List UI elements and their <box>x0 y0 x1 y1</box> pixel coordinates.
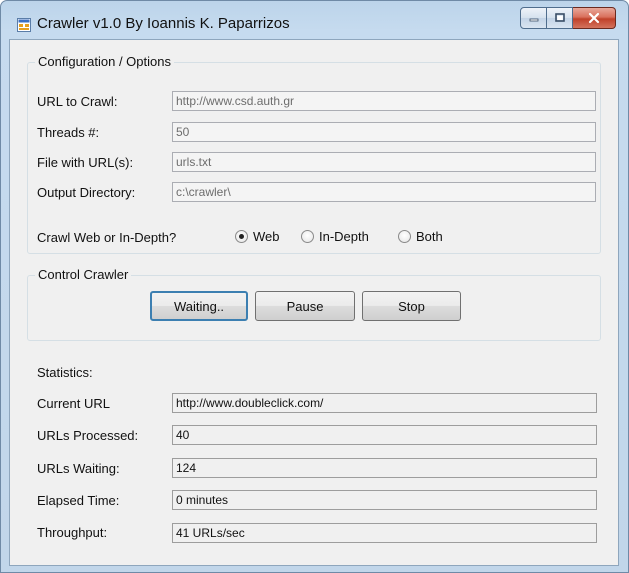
file-label: File with URL(s): <box>37 155 134 170</box>
radio-selected-dot <box>239 234 244 239</box>
current-url-label: Current URL <box>37 396 110 411</box>
title-bar[interactable]: Crawler v1.0 By Ioannis K. Paparrizos <box>1 1 628 39</box>
pause-button[interactable]: Pause <box>255 291 355 321</box>
maximize-icon <box>554 13 565 22</box>
radio-web[interactable]: Web <box>235 229 280 244</box>
radio-in-depth-circle[interactable] <box>301 230 314 243</box>
elapsed-time-field[interactable]: 0 minutes <box>172 490 597 510</box>
radio-both[interactable]: Both <box>398 229 443 244</box>
radio-both-circle[interactable] <box>398 230 411 243</box>
elapsed-time-label: Elapsed Time: <box>37 493 120 508</box>
crawl-mode-label: Crawl Web or In-Depth? <box>37 230 177 245</box>
radio-both-label: Both <box>416 229 443 244</box>
radio-web-label: Web <box>253 229 280 244</box>
throughput-label: Throughput: <box>37 525 108 540</box>
minimize-button[interactable] <box>520 7 547 29</box>
current-url-field[interactable]: http://www.doubleclick.com/ <box>172 393 597 413</box>
window-app-icon[interactable] <box>17 18 31 32</box>
config-legend: Configuration / Options <box>35 54 174 69</box>
throughput-field[interactable]: 41 URLs/sec <box>172 523 597 543</box>
threads-field[interactable]: 50 <box>172 122 596 142</box>
statistics-heading: Statistics: <box>37 365 93 380</box>
output-dir-label: Output Directory: <box>37 185 136 200</box>
maximize-button[interactable] <box>547 7 573 29</box>
url-label: URL to Crawl: <box>37 94 118 109</box>
urls-waiting-label: URLs Waiting: <box>37 461 120 476</box>
stop-button[interactable]: Stop <box>362 291 461 321</box>
close-button[interactable] <box>573 7 616 29</box>
start-button[interactable]: Waiting.. <box>150 291 248 321</box>
urls-processed-label: URLs Processed: <box>37 428 139 443</box>
radio-in-depth-label: In-Depth <box>319 229 369 244</box>
control-legend: Control Crawler <box>35 267 132 282</box>
client-area: Configuration / Options URL to Crawl: ht… <box>9 39 619 566</box>
radio-web-circle[interactable] <box>235 230 248 243</box>
output-dir-field[interactable]: c:\crawler\ <box>172 182 596 202</box>
threads-label: Threads #: <box>37 125 100 140</box>
urls-waiting-field[interactable]: 124 <box>172 458 597 478</box>
minimize-icon <box>529 18 538 22</box>
crawler-window: Crawler v1.0 By Ioannis K. Paparrizos Co… <box>0 0 629 573</box>
close-icon <box>588 12 600 24</box>
window-title: Crawler v1.0 By Ioannis K. Paparrizos <box>37 15 290 32</box>
radio-in-depth[interactable]: In-Depth <box>301 229 369 244</box>
urls-processed-field[interactable]: 40 <box>172 425 597 445</box>
caption-buttons <box>520 7 616 29</box>
url-file-field[interactable]: urls.txt <box>172 152 596 172</box>
url-field[interactable]: http://www.csd.auth.gr <box>172 91 596 111</box>
